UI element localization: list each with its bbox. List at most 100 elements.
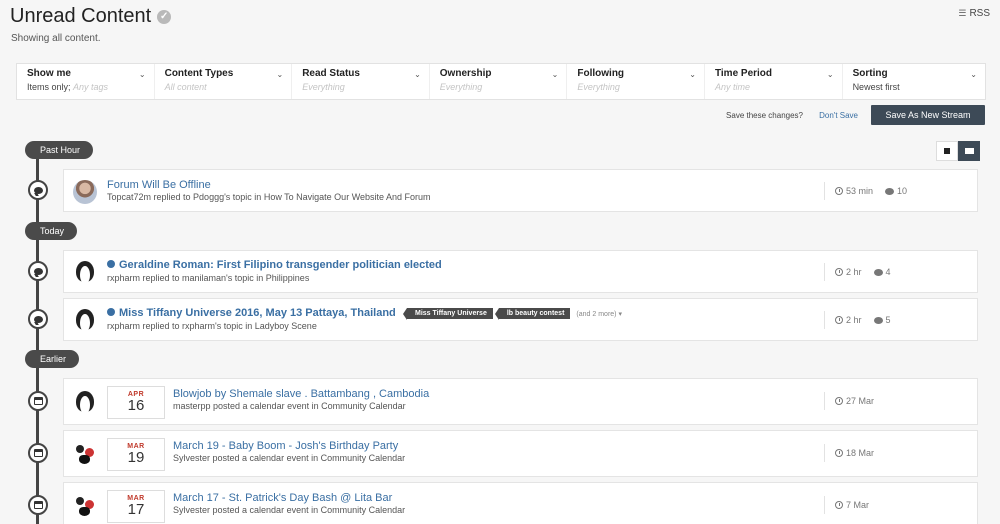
item-time: 2 hr (835, 315, 862, 325)
page-subtitle: Showing all content. (11, 33, 101, 44)
item-stats: 7 Mar (824, 496, 869, 514)
avatar[interactable] (73, 390, 97, 414)
view-toggle (936, 141, 980, 161)
expanded-view-button[interactable] (958, 141, 980, 161)
comment-icon (28, 180, 48, 200)
filter-value: Any time (714, 82, 750, 92)
item-time-text: 2 hr (846, 267, 862, 277)
rss-label: RSS (969, 8, 990, 19)
filter-value-main: Items only; (27, 82, 71, 92)
filter-ownership[interactable]: Ownership Everything ⌄ (430, 64, 568, 99)
item-replies-count: 5 (885, 315, 891, 325)
filter-bar: Show me Items only; Any tags ⌄ Content T… (16, 63, 986, 100)
comment-icon (873, 316, 883, 324)
item-time: 18 Mar (835, 448, 874, 458)
avatar[interactable] (73, 260, 97, 284)
filter-content-types[interactable]: Content Types All content ⌄ (155, 64, 293, 99)
item-title-link[interactable]: Forum Will Be Offline (107, 179, 211, 191)
filter-label: Read Status (302, 68, 360, 79)
save-changes-prompt: Save these changes? (726, 111, 803, 120)
item-meta: masterpp posted a calendar event in Comm… (173, 401, 406, 411)
event-day: 19 (127, 449, 145, 466)
chevron-down-icon: ⌄ (689, 70, 696, 79)
rss-icon: ☰ (958, 8, 967, 18)
item-stats: 2 hr 5 (824, 311, 891, 329)
comment-icon (885, 187, 895, 195)
unread-dot-icon (107, 260, 115, 268)
avatar[interactable] (73, 494, 97, 518)
comment-icon (28, 309, 48, 329)
item-title-link[interactable]: Blowjob by Shemale slave . Battambang , … (173, 388, 429, 400)
chevron-down-icon: ⌄ (826, 70, 834, 79)
avatar[interactable] (73, 308, 97, 332)
tag[interactable]: Miss Tiffany Universe (403, 308, 493, 320)
check-icon: ✓ (157, 9, 172, 24)
timeline-line (36, 150, 39, 524)
calendar-icon (28, 391, 48, 411)
filter-value: Everything (577, 82, 620, 92)
item-time: 53 min (835, 186, 873, 196)
filter-sorting[interactable]: Sorting Newest first ⌄ (843, 64, 985, 99)
event-date-box: MAR 19 (107, 438, 165, 471)
list-item: Geraldine Roman: First Filipino transgen… (63, 250, 978, 293)
item-title-link[interactable]: Geraldine Roman: First Filipino transgen… (107, 259, 442, 271)
event-day: 16 (127, 397, 145, 414)
tag-list: Miss Tiffany Universe lb beauty contest … (403, 308, 622, 320)
filter-read-status[interactable]: Read Status Everything ⌄ (292, 64, 430, 99)
filter-time-period[interactable]: Time Period Any time ⌄ (705, 64, 843, 99)
list-item: MAR 17 March 17 - St. Patrick's Day Bash… (63, 482, 978, 524)
filter-value-extra: Any tags (73, 82, 109, 92)
item-title-link[interactable]: March 17 - St. Patrick's Day Bash @ Lita… (173, 492, 392, 504)
item-title-link[interactable]: Miss Tiffany Universe 2016, May 13 Patta… (107, 307, 396, 319)
event-date-box: APR 16 (107, 386, 165, 419)
item-replies: 5 (873, 315, 891, 325)
save-as-new-stream-button[interactable]: Save As New Stream (871, 105, 985, 125)
filter-label: Sorting (852, 68, 888, 79)
comment-icon (28, 261, 48, 281)
filter-value: Newest first (852, 82, 900, 92)
event-date-box: MAR 17 (107, 490, 165, 523)
filter-show-me[interactable]: Show me Items only; Any tags ⌄ (17, 64, 155, 99)
chevron-down-icon: ⌄ (414, 70, 421, 79)
item-replies: 4 (873, 267, 891, 277)
clock-icon (835, 268, 843, 276)
list-item: MAR 19 March 19 - Baby Boom - Josh's Bir… (63, 430, 978, 477)
item-time-text: 18 Mar (846, 448, 875, 458)
item-meta: rxpharm replied to manilaman's topic in … (107, 273, 310, 283)
dont-save-link[interactable]: Don't Save (819, 111, 858, 120)
avatar[interactable] (73, 180, 97, 204)
item-title-text: Miss Tiffany Universe 2016, May 13 Patta… (119, 307, 396, 319)
item-title-text: Geraldine Roman: First Filipino transgen… (119, 259, 442, 271)
unread-dot-icon (107, 308, 115, 316)
tag[interactable]: lb beauty contest (494, 308, 571, 320)
item-time: 2 hr (835, 267, 862, 277)
item-stats: 27 Mar (824, 392, 874, 410)
item-title-link[interactable]: March 19 - Baby Boom - Josh's Birthday P… (173, 440, 398, 452)
event-day: 17 (127, 501, 145, 518)
condensed-view-icon (944, 148, 950, 154)
filter-label: Following (577, 68, 625, 79)
item-time-text: 27 Mar (846, 396, 875, 406)
item-time: 27 Mar (835, 396, 874, 406)
item-replies: 10 (885, 186, 907, 196)
rss-link[interactable]: ☰ RSS (958, 8, 990, 19)
filter-value: Items only; Any tags (27, 82, 144, 92)
calendar-icon (28, 495, 48, 515)
filter-label: Show me (27, 68, 71, 79)
filter-value: All content (164, 82, 207, 92)
item-replies-count: 4 (885, 267, 891, 277)
condensed-view-button[interactable] (936, 141, 958, 161)
page-title: Unread Content ✓ (10, 5, 172, 28)
more-tags-link[interactable]: (and 2 more) ▾ (576, 310, 622, 318)
avatar[interactable] (73, 442, 97, 466)
filter-following[interactable]: Following Everything ⌄ (567, 64, 705, 99)
item-time-text: 2 hr (846, 315, 862, 325)
filter-value: Everything (439, 82, 483, 92)
list-item: Forum Will Be Offline Topcat72m replied … (63, 169, 978, 212)
calendar-icon (28, 443, 48, 463)
clock-icon (835, 397, 843, 405)
clock-icon (835, 501, 843, 509)
item-meta: Sylvester posted a calendar event in Com… (173, 453, 406, 463)
comment-icon (873, 268, 883, 276)
clock-icon (835, 449, 843, 457)
